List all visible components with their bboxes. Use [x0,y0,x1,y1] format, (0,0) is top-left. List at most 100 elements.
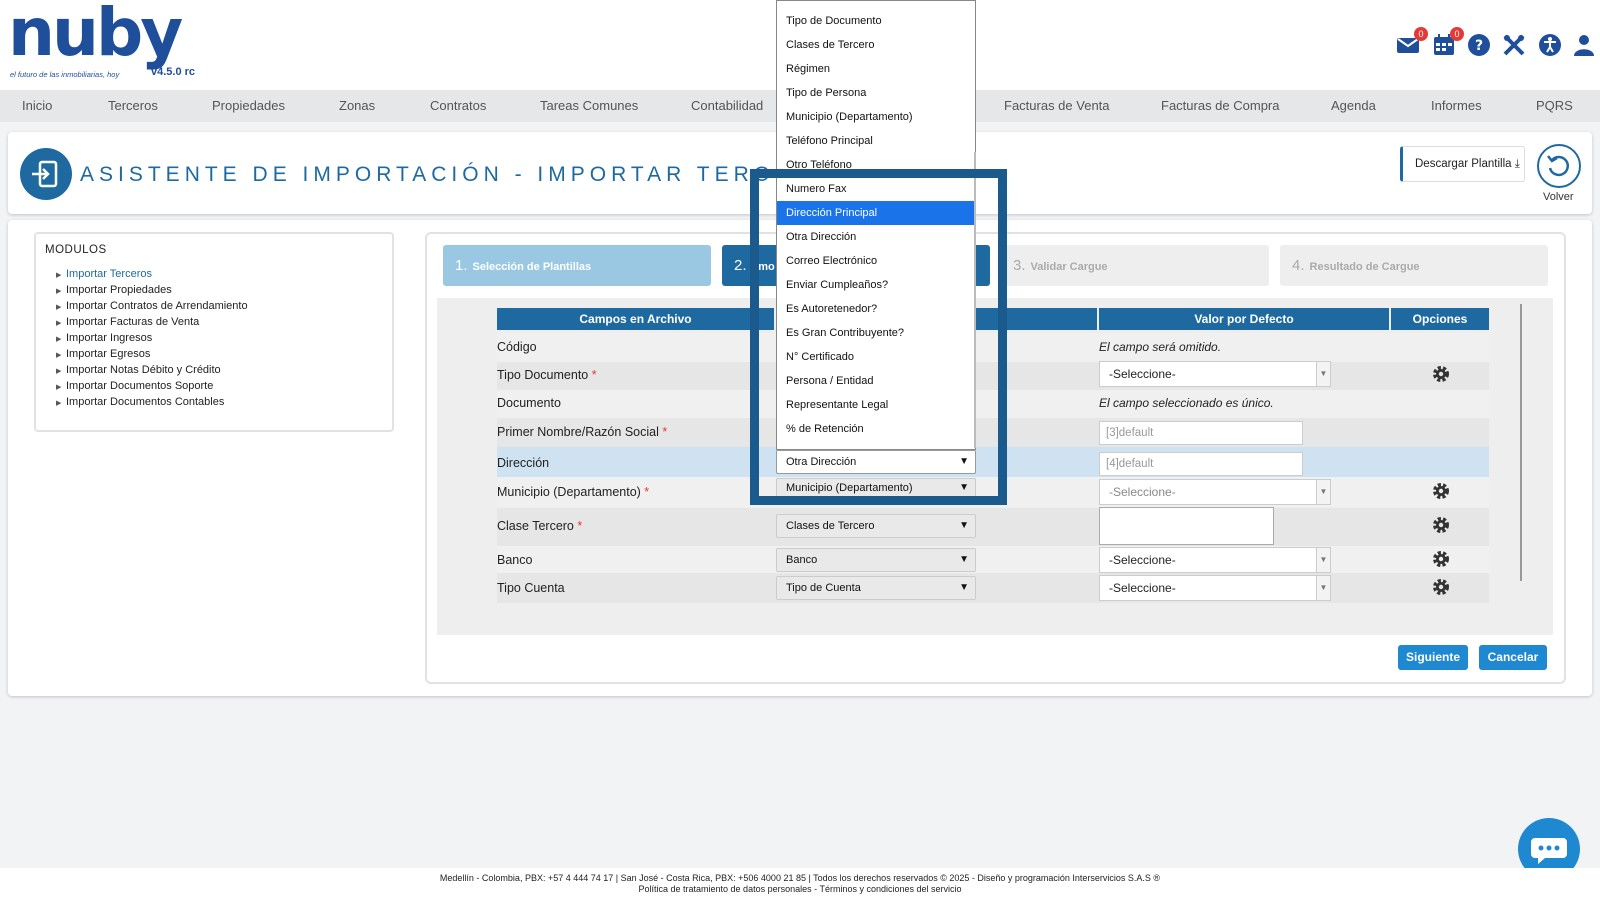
chevron-down-icon: ▼ [959,554,969,565]
caret-icon: ▶ [56,384,62,391]
module-item-terceros[interactable]: ▶ Importar Terceros [56,268,152,280]
dropdown-option[interactable]: Clases de Tercero [777,33,975,57]
module-item-contratos[interactable]: ▶ Importar Contratos de Arrendamiento [56,300,248,312]
default-select-tipo-documento[interactable]: -Seleccione- ▼ [1099,361,1331,387]
dropdown-option[interactable]: Municipio (Departamento) [777,105,975,129]
chevron-down-icon: ▼ [1316,362,1330,386]
caret-icon: ▶ [56,352,62,359]
header-campos-archivo: Campos en Archivo [497,308,774,330]
chevron-down-icon: ▼ [1316,548,1330,572]
dropdown-option[interactable]: Tipo de Persona [777,81,975,105]
svg-text:?: ? [1475,38,1483,54]
caret-icon: ▶ [56,288,62,295]
caret-icon: ▶ [56,304,62,311]
logo[interactable]: nuby [8,0,183,71]
field-label-municipio: Municipio (Departamento) * [497,485,650,499]
default-note-codigo: El campo será omitido. [1099,340,1222,354]
accessibility-icon[interactable] [1538,33,1562,57]
mail-badge: 0 [1414,27,1428,41]
logo-tagline: el futuro de las inmobiliarias, hoy [10,70,120,79]
field-label-clase-tercero: Clase Tercero * [497,519,583,533]
nav-item-pqrs[interactable]: PQRS [1536,98,1573,113]
gear-icon[interactable] [1431,481,1451,501]
user-icon[interactable] [1572,33,1596,57]
caret-icon: ▶ [56,336,62,343]
back-button[interactable] [1537,144,1581,188]
header-valor-defecto: Valor por Defecto [1099,308,1389,330]
caret-icon: ▶ [56,320,62,327]
table-row [497,573,1489,603]
chevron-down-icon: ▼ [959,520,969,531]
nav-item-contabilidad[interactable]: Contabilidad [691,98,763,113]
field-label-codigo: Código [497,340,537,354]
default-multiselect-clase-tercero[interactable] [1099,507,1274,545]
calendar-icon[interactable]: 0 [1432,27,1464,57]
dropdown-option[interactable]: Régimen [777,57,975,81]
nav-item-agenda[interactable]: Agenda [1331,98,1376,113]
field-label-direccion: Dirección [497,456,550,470]
mail-icon[interactable]: 0 [1396,27,1428,57]
download-template-button[interactable]: Descargar Plantilla ⤓ [1400,146,1525,182]
nav-item-contratos[interactable]: Contratos [430,98,486,113]
caret-icon: ▶ [56,368,62,375]
grid-scrollbar[interactable] [1520,304,1522,581]
module-item-egresos[interactable]: ▶ Importar Egresos [56,348,150,360]
default-select-tipo-cuenta[interactable]: -Seleccione- ▼ [1099,575,1331,601]
gear-icon[interactable] [1431,515,1451,535]
caret-icon: ▶ [56,400,62,407]
footer-links[interactable]: Política de tratamiento de datos persona… [0,884,1600,894]
table-row [497,508,1489,546]
dropdown-option[interactable]: Tipo de Documento [777,9,975,33]
annotation-highlight-box [750,169,1007,505]
field-label-tipo-documento: Tipo Documento * [497,368,597,382]
module-item-propiedades[interactable]: ▶ Importar Propiedades [56,284,172,296]
undo-icon [1547,155,1570,177]
dropdown-option[interactable]: Teléfono Principal [777,129,975,153]
table-row [497,546,1489,573]
nav-item-zonas[interactable]: Zonas [339,98,375,113]
module-item-ingresos[interactable]: ▶ Importar Ingresos [56,332,152,344]
default-input-primer-nombre[interactable]: [3]default [1099,421,1303,445]
nav-item-propiedades[interactable]: Propiedades [212,98,285,113]
nav-item-facturas-compra[interactable]: Facturas de Compra [1161,98,1280,113]
tools-icon[interactable] [1502,33,1526,57]
cancel-button[interactable]: Cancelar [1479,645,1547,670]
calendar-badge: 0 [1450,27,1464,41]
step-4: 4. Resultado de Cargue [1280,245,1548,286]
modules-title: MODULOS [45,244,107,256]
back-label: Volver [1543,191,1574,203]
field-select-banco[interactable]: Banco ▼ [776,548,976,572]
nav-item-tareas-comunes[interactable]: Tareas Comunes [540,98,638,113]
caret-icon: ▶ [56,272,62,279]
chevron-down-icon: ▼ [959,582,969,593]
next-button[interactable]: Siguiente [1398,645,1468,670]
nav-item-facturas-venta[interactable]: Facturas de Venta [1004,98,1110,113]
field-select-clase-tercero[interactable]: Clases de Tercero ▼ [776,514,976,538]
gear-icon[interactable] [1431,364,1451,384]
page-title: ASISTENTE DE IMPORTACIÓN - IMPORTAR TERC [80,163,774,186]
default-select-banco[interactable]: -Seleccione- ▼ [1099,547,1331,573]
download-template-label: Descargar Plantilla [1415,158,1512,170]
module-item-documentos-contables[interactable]: ▶ Importar Documentos Contables [56,396,224,408]
nav-item-inicio[interactable]: Inicio [22,98,52,113]
default-input-direccion[interactable]: [4]default [1099,452,1303,476]
step-1[interactable]: 1. Selección de Plantillas [443,245,711,286]
module-item-documentos-soporte[interactable]: ▶ Importar Documentos Soporte [56,380,213,392]
default-select-municipio[interactable]: -Seleccione- ▼ [1099,479,1331,505]
module-item-notas[interactable]: ▶ Importar Notas Débito y Crédito [56,364,221,376]
default-note-documento: El campo seleccionado es único. [1099,396,1274,410]
field-label-documento: Documento [497,396,561,410]
nav-item-terceros[interactable]: Terceros [108,98,158,113]
nav-item-informes[interactable]: Informes [1431,98,1482,113]
footer-copyright: Medellín - Colombia, PBX: +57 4 444 74 1… [439,873,1161,883]
field-label-primer-nombre: Primer Nombre/Razón Social * [497,425,668,439]
help-icon[interactable]: ? [1467,33,1491,57]
import-icon [20,148,72,200]
header-opciones: Opciones [1391,308,1489,330]
gear-icon[interactable] [1431,549,1451,569]
step-3: 3. Validar Cargue [1001,245,1269,286]
gear-icon[interactable] [1431,577,1451,597]
field-select-tipo-cuenta[interactable]: Tipo de Cuenta ▼ [776,576,976,600]
module-item-facturas-venta[interactable]: ▶ Importar Facturas de Venta [56,316,199,328]
chevron-down-icon: ▼ [1316,576,1330,600]
